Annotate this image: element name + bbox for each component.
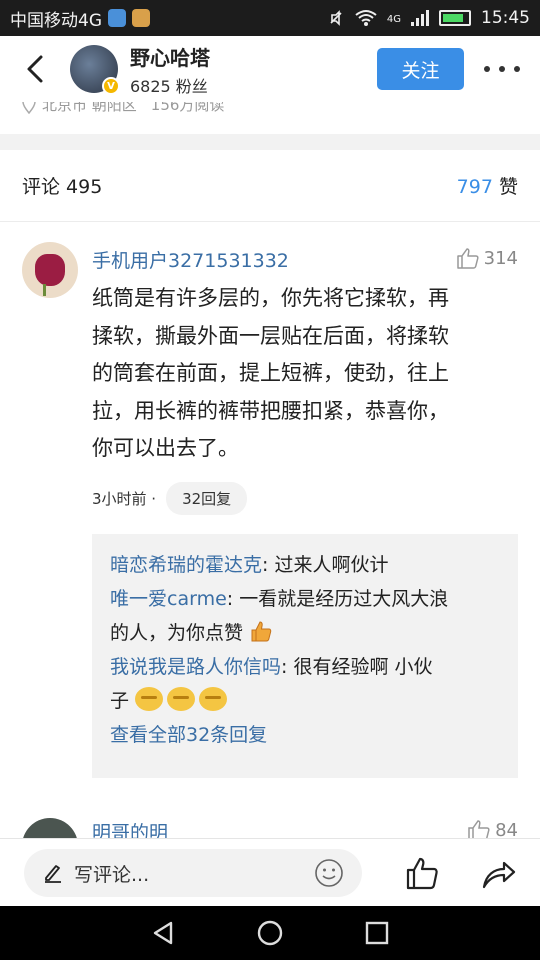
app-notification-icon — [132, 9, 150, 27]
reads-text: 156万阅读 — [150, 102, 225, 114]
bottom-action-bar: 写评论... — [0, 838, 540, 906]
more-options-button[interactable] — [484, 54, 520, 84]
android-navigation-bar — [0, 906, 540, 960]
reply-user[interactable]: 暗恋希瑞的霍达克 — [110, 554, 262, 576]
comment-like-button[interactable]: 314 — [456, 246, 518, 270]
write-comment-placeholder: 写评论... — [74, 863, 150, 886]
commenter-avatar[interactable] — [22, 242, 78, 298]
see-all-replies-link[interactable]: 查看全部32条回复 — [110, 720, 500, 747]
comment-item: 手机用户3271531332 314 纸筒是有许多层的，你先将它揉软，再 揉软，… — [0, 222, 540, 812]
reply-text: : 很有经验啊 小伙 — [281, 656, 433, 678]
network-type: 4G — [386, 14, 401, 25]
top-nav: V 野心哈塔 6825 粉丝 关注 — [0, 36, 540, 102]
verified-badge-icon: V — [102, 77, 120, 95]
reply-text-continued: 的人，为你点赞 — [110, 622, 244, 644]
comment-like-count: 314 — [483, 247, 518, 269]
back-arrow-icon — [27, 55, 43, 83]
recents-square-icon[interactable] — [363, 919, 391, 947]
comment-line: 纸筒是有许多层的，你先将它揉软，再 — [92, 286, 449, 310]
reply-count-button[interactable]: 32回复 — [166, 482, 248, 515]
reply-user[interactable]: 唯一爱carme — [110, 588, 227, 610]
dot-icon — [484, 66, 490, 72]
like-post-button-icon[interactable] — [404, 855, 440, 891]
reply-user[interactable]: 我说我是路人你信吗 — [110, 656, 281, 678]
thumbs-up-icon — [468, 820, 490, 838]
reply-item[interactable]: 暗恋希瑞的霍达克: 过来人啊伙计 — [110, 548, 500, 582]
comment-text: 纸筒是有许多层的，你先将它揉软，再 揉软，撕最外面一层贴在后面，将揉软 的筒套在… — [92, 280, 512, 468]
comment-line: 的筒套在前面，提上短裤，使劲，往上 — [92, 361, 449, 385]
replies-box: 暗恋希瑞的霍达克: 过来人啊伙计 唯一爱carme: 一看就是经历过大风大浪 的… — [92, 534, 518, 778]
signal-icon — [411, 10, 429, 26]
post-meta-strip: 北京市 朝阳区 156万阅读 — [0, 102, 540, 134]
post-meta: 北京市 朝阳区 156万阅读 — [22, 102, 224, 115]
author-info[interactable]: 野心哈塔 6825 粉丝 — [130, 42, 210, 97]
author-avatar[interactable]: V — [70, 45, 120, 95]
status-bar: 中国移动4G 4G 15:45 — [0, 0, 540, 36]
pen-icon — [45, 865, 61, 883]
comment-like-count: 84 — [495, 819, 518, 839]
smirk-emoji-icon — [135, 687, 164, 711]
commenter-name[interactable]: 明哥的明 — [92, 818, 168, 838]
location-text: 北京市 朝阳区 — [42, 102, 137, 114]
commenter-avatar[interactable] — [22, 818, 78, 838]
follow-button[interactable]: 关注 — [377, 48, 464, 90]
thumbs-up-emoji-icon — [251, 621, 272, 642]
reply-text: : 过来人啊伙计 — [262, 554, 389, 576]
share-button-icon[interactable] — [480, 855, 516, 891]
fans-count: 6825 粉丝 — [130, 76, 208, 96]
dot-icon — [514, 66, 520, 72]
post-likes-label: 赞 — [498, 176, 518, 198]
comment-line: 揉软，撕最外面一层贴在后面，将揉软 — [92, 323, 449, 348]
smirk-emoji-icon — [167, 687, 196, 711]
reply-item[interactable]: 我说我是路人你信吗: 很有经验啊 小伙 子 — [110, 650, 500, 718]
app-notification-icon — [108, 9, 126, 27]
home-circle-icon[interactable] — [256, 919, 284, 947]
location-pin-icon — [22, 102, 36, 114]
thumbs-up-icon — [456, 248, 479, 269]
commenter-name[interactable]: 手机用户3271531332 — [92, 246, 289, 273]
section-divider — [0, 134, 540, 150]
comments-header: 评论 495 797 赞 — [0, 150, 540, 222]
emoji-button-icon[interactable] — [314, 858, 344, 888]
wifi-icon — [355, 10, 377, 26]
comment-count[interactable]: 评论 495 — [22, 172, 102, 199]
next-comment-item: 明哥的明 84 — [0, 812, 540, 838]
carrier-group: 中国移动4G — [10, 6, 150, 31]
reply-text: : 一看就是经历过大风大浪 — [226, 588, 449, 610]
dot-icon — [499, 66, 505, 72]
comment-like-button[interactable]: 84 — [467, 818, 518, 838]
comment-time: 3小时前 · — [92, 490, 157, 508]
carrier-text: 中国移动4G — [10, 10, 102, 31]
reply-text-continued: 子 — [110, 690, 130, 712]
comment-line: 拉，用长裤的裤带把腰扣紧，恭喜你， — [92, 398, 449, 423]
flower-image — [35, 254, 65, 296]
status-time: 15:45 — [481, 8, 530, 28]
smirk-emoji-icon — [199, 687, 228, 711]
mute-icon — [330, 10, 342, 26]
post-likes[interactable]: 797 赞 — [457, 172, 518, 199]
back-button[interactable] — [0, 36, 70, 102]
status-right: 4G 15:45 — [327, 8, 530, 28]
write-comment-input[interactable]: 写评论... — [24, 849, 362, 897]
back-triangle-icon[interactable] — [149, 919, 177, 947]
author-name: 野心哈塔 — [130, 45, 210, 70]
reply-item[interactable]: 唯一爱carme: 一看就是经历过大风大浪 的人，为你点赞 — [110, 582, 500, 650]
comment-line: 你可以出去了。 — [92, 436, 239, 460]
post-likes-number: 797 — [456, 176, 493, 198]
battery-icon — [439, 10, 471, 26]
comment-meta: 3小时前 · 32回复 — [92, 482, 248, 515]
